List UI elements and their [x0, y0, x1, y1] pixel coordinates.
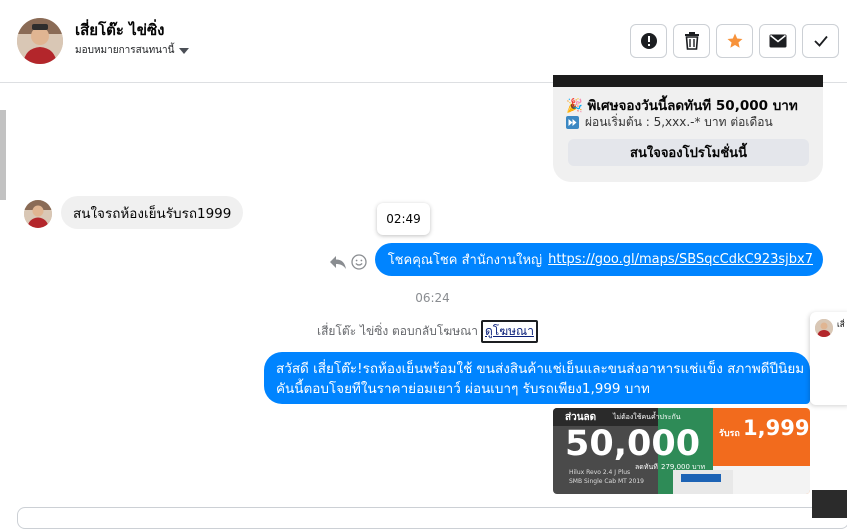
- ad-tag: ส่วนลด: [565, 412, 597, 423]
- taskbar-app-icon[interactable]: [812, 490, 847, 518]
- ad-small-text: ลดทันที: [635, 463, 658, 471]
- ad-model-line1: Hilux Revo 2.4 J Plus: [569, 469, 631, 476]
- mini-chat-head[interactable]: เสี่: [810, 312, 847, 405]
- mark-unread-button[interactable]: [759, 24, 796, 58]
- ad-price-detail: 279,000 บาท: [661, 463, 706, 471]
- view-ad-link[interactable]: ดูโฆษณา: [481, 320, 538, 343]
- incoming-message[interactable]: สนใจรถห้องเย็นรับรถ1999: [61, 196, 244, 229]
- fast-forward-icon: [566, 116, 579, 129]
- envelope-icon: [769, 34, 786, 48]
- star-button[interactable]: [716, 24, 753, 58]
- time-divider: 06:24: [415, 291, 450, 305]
- smiley-icon[interactable]: [351, 254, 367, 270]
- ad-big-number: 50,000: [565, 424, 701, 464]
- scrollbar[interactable]: [0, 83, 6, 483]
- assign-conversation-dropdown[interactable]: มอบหมายการสนทนานี้: [75, 43, 190, 58]
- checkmark-icon: [813, 35, 828, 47]
- mark-done-button[interactable]: [802, 24, 839, 58]
- conversation-actions: [630, 24, 839, 58]
- spam-button[interactable]: [630, 24, 667, 58]
- greeting-line-1: สวัสดี เสี่ยโต๊ะ!รถห้องเย็นพร้อมใช้ ขนส่…: [276, 361, 805, 377]
- outgoing-message-location[interactable]: โชคคุณโชค สำนักงานใหญ่ https://goo.gl/ma…: [374, 243, 823, 276]
- promo-image-strip: [553, 75, 823, 87]
- alert-circle-icon: [640, 33, 657, 49]
- party-popper-icon: 🎉: [566, 98, 583, 114]
- ad-image[interactable]: ส่วนลด ไม่ต้องใช้คนค้ำประกัน 50,000 ลดทั…: [553, 408, 810, 494]
- timestamp-tooltip: 02:49: [377, 203, 430, 235]
- mini-chat-avatar: [815, 319, 833, 337]
- message-actions: [329, 254, 367, 270]
- assign-label: มอบหมายการสนทนานี้: [75, 45, 175, 56]
- outgoing-message-text: โชคคุณโชค สำนักงานใหญ่: [387, 253, 543, 268]
- caret-down-icon: [179, 47, 190, 54]
- trash-icon: [684, 32, 699, 50]
- conversation-header: เสี่ยโต๊ะ ไข่ซิ่ง มอบหมายการสนทนานี้: [0, 0, 847, 83]
- outgoing-message-greeting[interactable]: สวัสดี เสี่ยโต๊ะ!รถห้องเย็นพร้อมใช้ ขนส่…: [264, 352, 810, 404]
- greeting-line-2: คันนี้ตอบโจยทีในราคาย่อมเยาว์ ผ่อนเบาๆ ร…: [276, 381, 650, 397]
- scrollbar-thumb[interactable]: [0, 110, 6, 200]
- ad-reply-text: เสี่ยโต๊ะ ไข่ซิ่ง ตอบกลับโฆษณา: [317, 324, 478, 338]
- ad-right-price: 1,999: [743, 416, 810, 440]
- ad-model-line2: SMB Single Cab MT 2019: [569, 478, 644, 485]
- reply-icon[interactable]: [329, 254, 347, 270]
- contact-avatar[interactable]: [17, 18, 63, 64]
- message-composer[interactable]: [17, 507, 847, 529]
- promo-installment: ผ่อนเริ่มต้น : 5,xxx.-* บาท ต่อเดือน: [566, 113, 773, 132]
- promo-card: 🎉 พิเศษจองวันนี้ลดทันที 50,000 บาท ผ่อนเ…: [553, 75, 823, 182]
- contact-name: เสี่ยโต๊ะ ไข่ซิ่ง: [75, 21, 165, 39]
- star-icon: [727, 33, 742, 48]
- maps-link[interactable]: https://goo.gl/maps/SBSqcCdkC923sjbx7: [548, 252, 813, 267]
- ad-subtag: ไม่ต้องใช้คนค้ำประกัน: [613, 413, 681, 421]
- promo-cta-button[interactable]: สนใจจองโปรโมชั่นนี้: [568, 139, 809, 166]
- mini-chat-name: เสี่: [837, 320, 845, 329]
- ad-right-label: รับรถ: [719, 429, 740, 439]
- delete-button[interactable]: [673, 24, 710, 58]
- sender-avatar[interactable]: [24, 200, 52, 228]
- ad-reply-notice: เสี่ยโต๊ะ ไข่ซิ่ง ตอบกลับโฆษณา ดูโฆษณา: [317, 320, 538, 343]
